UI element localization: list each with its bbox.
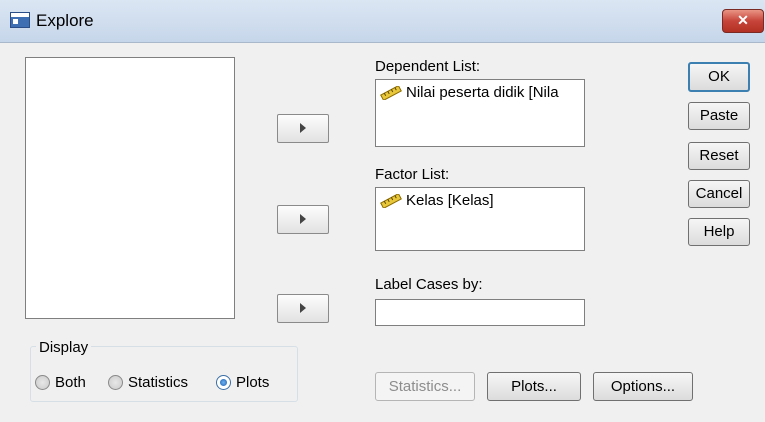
reset-button[interactable]: Reset: [688, 142, 750, 170]
radio-unselected-icon[interactable]: [108, 375, 123, 390]
close-button[interactable]: ✕: [722, 9, 764, 33]
scale-ruler-icon: [380, 85, 402, 100]
radio-statistics[interactable]: Statistics: [108, 374, 188, 391]
statistics-button[interactable]: Statistics...: [375, 372, 475, 401]
radio-both-label: Both: [55, 374, 86, 391]
paste-button[interactable]: Paste: [688, 102, 750, 130]
dependent-list-box[interactable]: Nilai peserta didik [Nila: [375, 79, 585, 147]
title-bar: Explore ✕: [0, 0, 765, 43]
move-to-factor-button[interactable]: [277, 205, 329, 234]
radio-plots[interactable]: Plots: [216, 374, 269, 391]
factor-variable-name: Kelas [Kelas]: [406, 192, 494, 209]
radio-selected-icon[interactable]: [216, 375, 231, 390]
ok-button[interactable]: OK: [688, 62, 750, 92]
window-title: Explore: [36, 11, 94, 30]
move-to-dependent-button[interactable]: [277, 114, 329, 143]
options-button[interactable]: Options...: [593, 372, 693, 401]
radio-unselected-icon[interactable]: [35, 375, 50, 390]
radio-statistics-label: Statistics: [128, 374, 189, 391]
label-cases-field[interactable]: [375, 299, 585, 326]
list-item[interactable]: Kelas [Kelas]: [380, 192, 582, 209]
plots-button[interactable]: Plots...: [487, 372, 581, 401]
help-button[interactable]: Help: [688, 218, 750, 246]
app-window-icon: [10, 12, 30, 28]
dependent-list-label: Dependent List:: [375, 58, 481, 75]
factor-list-label: Factor List:: [375, 166, 450, 183]
radio-both[interactable]: Both: [35, 374, 86, 391]
scale-ruler-icon: [380, 193, 402, 208]
label-cases-label: Label Cases by:: [375, 276, 483, 293]
source-variable-list[interactable]: [25, 57, 235, 319]
dependent-variable-name: Nilai peserta didik [Nila: [406, 84, 559, 101]
display-group-legend: Display: [36, 339, 92, 356]
cancel-button[interactable]: Cancel: [688, 180, 750, 208]
factor-list-box[interactable]: Kelas [Kelas]: [375, 187, 585, 251]
move-to-label-cases-button[interactable]: [277, 294, 329, 323]
radio-plots-label: Plots: [236, 374, 270, 391]
list-item[interactable]: Nilai peserta didik [Nila: [380, 84, 582, 101]
